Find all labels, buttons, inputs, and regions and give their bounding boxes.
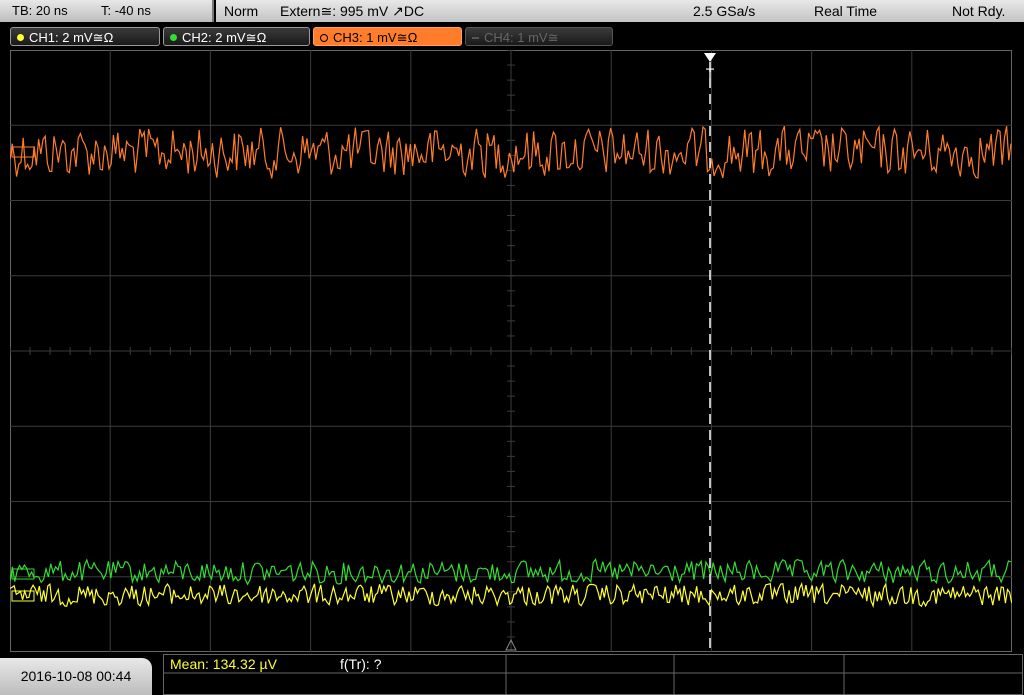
trigger-bar[interactable]: Norm Extern≅: 995 mV ↗DC 2.5 GSa/s Real …: [216, 0, 1024, 22]
channel-2-dot-icon: [170, 34, 177, 42]
ch2-waveform: [10, 558, 1011, 586]
trigger-mode: Norm: [224, 3, 259, 19]
channel-bar: CH1: 2 mV≅Ω CH2: 2 mV≅Ω CH3: 1 mV≅Ω CH4:…: [0, 24, 1024, 50]
measurement-panel[interactable]: Mean: 134.32 µV f(Tr): ?: [163, 654, 1023, 695]
acquisition-mode: Real Time: [814, 3, 878, 19]
channel-3-dot-icon: [320, 33, 328, 42]
trigger-arrow-icon[interactable]: [704, 53, 716, 62]
channel-1-dot-icon: [17, 34, 24, 42]
trigger-frequency: f(Tr): ?: [340, 656, 382, 672]
date-time: 2016-10-08 00:44: [0, 658, 152, 695]
channel-1-label: CH1: 2 mV≅Ω: [29, 30, 114, 45]
channel-2-button[interactable]: CH2: 2 mV≅Ω: [163, 27, 310, 46]
trigger-source: Extern≅: 995 mV ↗DC: [280, 3, 425, 19]
top-status-bar: TB: 20 ns T: -40 ns Norm Extern≅: 995 mV…: [0, 0, 1024, 24]
bottom-bar: 2016-10-08 00:44 Mean: 134.32 µV f(Tr): …: [0, 654, 1024, 695]
measurement-grid: [164, 655, 1022, 694]
channel-4-button[interactable]: CH4: 1 mV≅: [465, 27, 613, 46]
scope-grid: T: [10, 50, 1012, 652]
channel-1-button[interactable]: CH1: 2 mV≅Ω: [10, 27, 160, 46]
waveform-display[interactable]: T: [10, 50, 1012, 652]
time-offset: T: -40 ns: [101, 3, 151, 18]
mean-measurement: Mean: 134.32 µV: [170, 656, 277, 672]
channel-4-off-icon: [472, 36, 479, 39]
sample-rate: 2.5 GSa/s: [693, 3, 756, 19]
ch3-ground-marker-icon[interactable]: [11, 146, 35, 158]
trigger-status: Not Rdy.: [952, 3, 1006, 19]
timebase-scale: TB: 20 ns: [12, 3, 68, 18]
trigger-marker: T: [706, 65, 715, 81]
channel-4-label: CH4: 1 mV≅: [484, 30, 559, 45]
channel-2-label: CH2: 2 mV≅Ω: [182, 30, 267, 45]
channel-3-button[interactable]: CH3: 1 mV≅Ω: [313, 27, 462, 46]
timebase-box[interactable]: TB: 20 ns T: -40 ns: [0, 0, 214, 22]
channel-3-label: CH3: 1 mV≅Ω: [333, 30, 418, 45]
